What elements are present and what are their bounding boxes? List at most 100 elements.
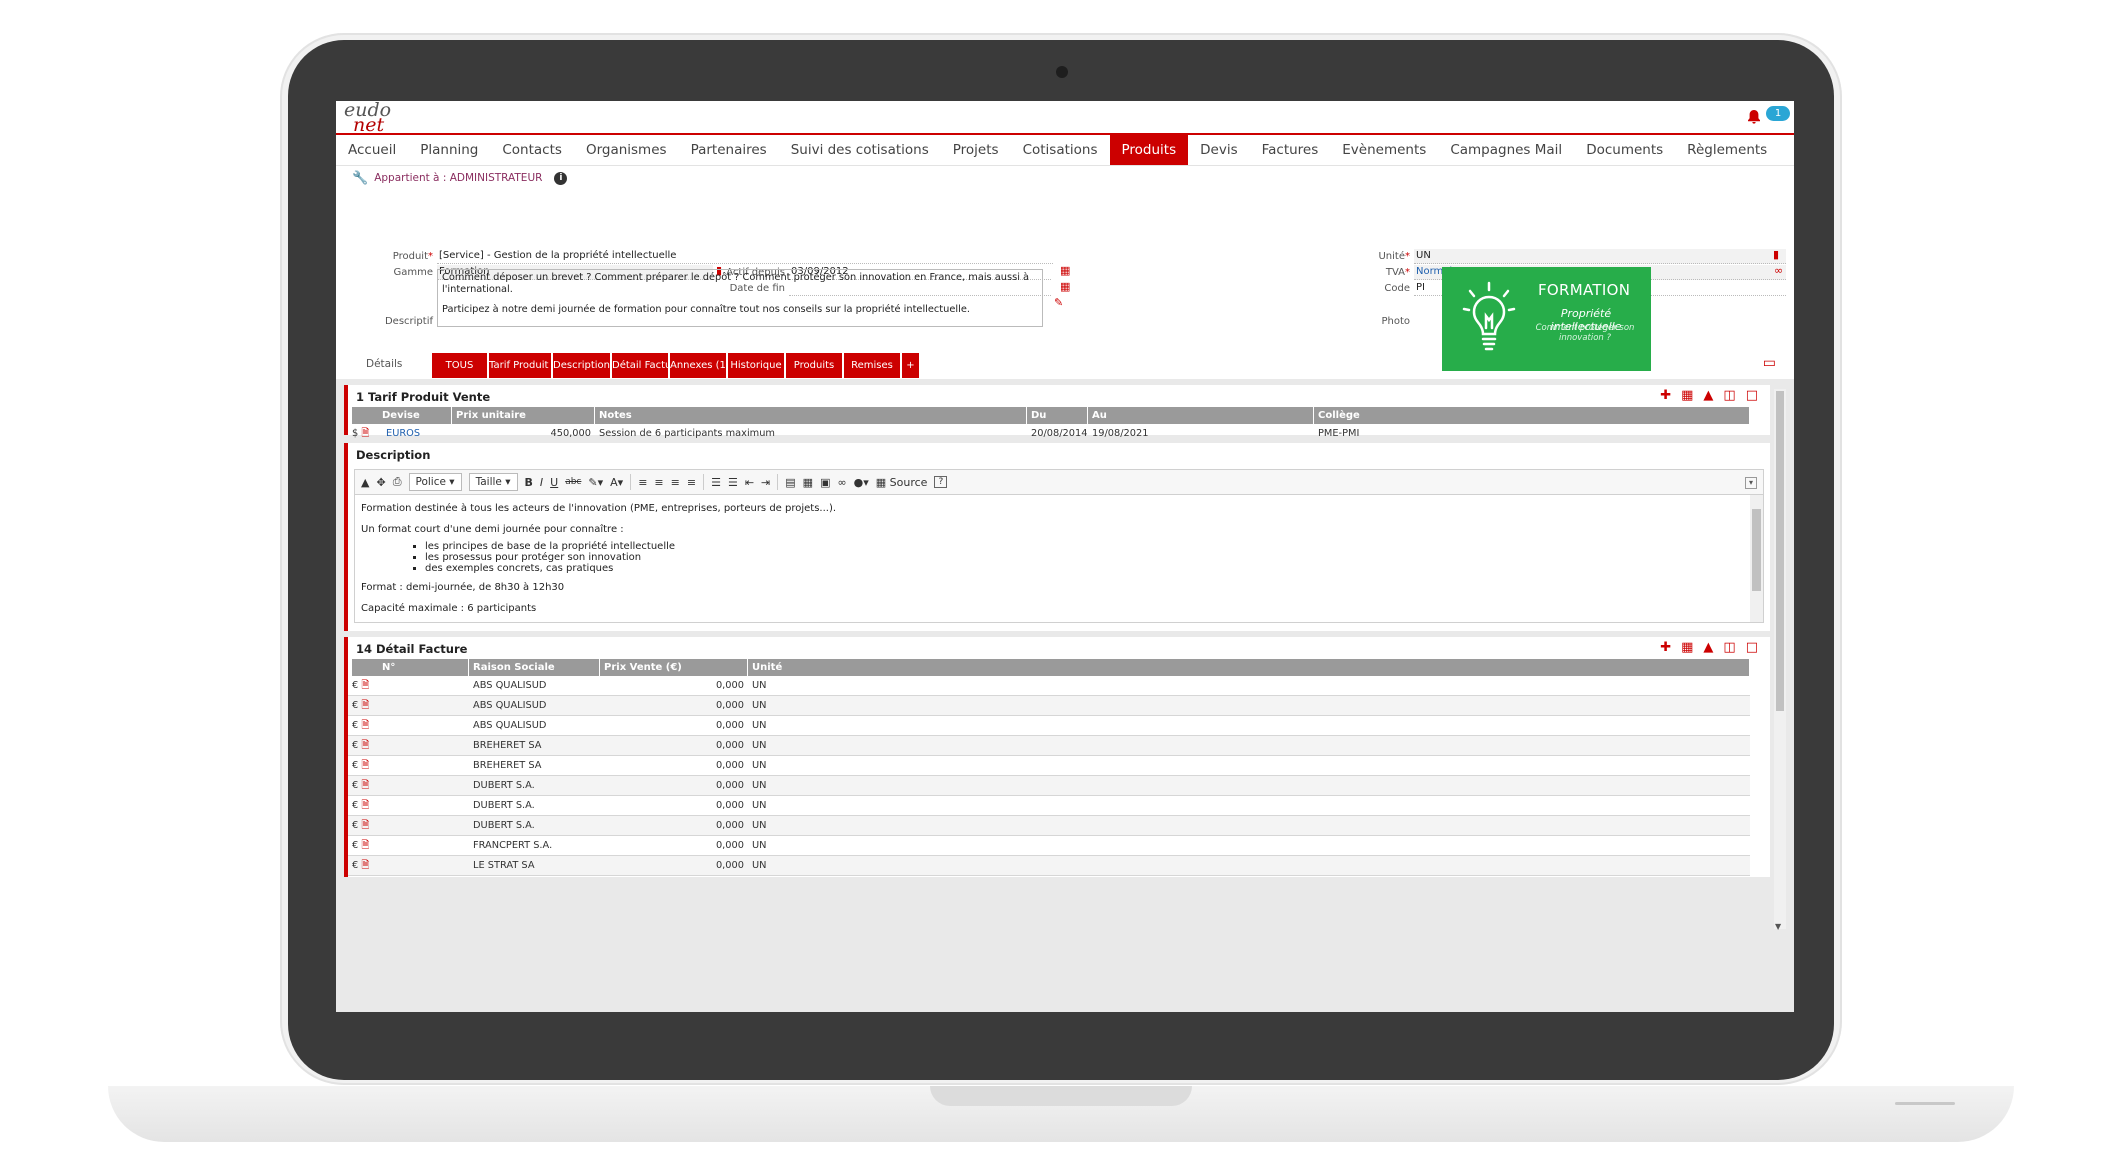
col-header[interactable]: Collège bbox=[1314, 407, 1750, 424]
print-icon[interactable]: ⎙ bbox=[393, 475, 402, 489]
table-row[interactable]: € 🗎 BREHERET SA 0,000 UN bbox=[348, 756, 1750, 776]
col-header[interactable]: Unité bbox=[748, 659, 1750, 676]
calendar-icon[interactable]: ▦ bbox=[1060, 264, 1070, 277]
info-icon[interactable]: i bbox=[554, 171, 568, 185]
tab-description[interactable]: Description bbox=[553, 353, 612, 378]
table-row[interactable]: € 🗎 DUBERT S.A. 0,000 UN bbox=[348, 796, 1750, 816]
bell-icon[interactable] bbox=[1746, 109, 1766, 129]
col-header[interactable]: Du bbox=[1027, 407, 1088, 424]
nav-item-cotisations[interactable]: Cotisations bbox=[1011, 135, 1110, 165]
tab-[interactable]: + bbox=[902, 353, 921, 378]
upload-icon[interactable]: ▲ bbox=[361, 476, 369, 489]
unite-field[interactable]: UN bbox=[1414, 249, 1786, 264]
excel-icon[interactable]: ◫ bbox=[1723, 640, 1735, 655]
nav-item-suivi-des-cotisations[interactable]: Suivi des cotisations bbox=[779, 135, 941, 165]
descriptif-textarea[interactable]: Comment déposer un brevet ? Comment prép… bbox=[437, 269, 1043, 327]
table-row[interactable]: € 🗎 DUBERT S.A. 0,000 UN bbox=[348, 776, 1750, 796]
align-center-icon[interactable]: ≡ bbox=[654, 476, 663, 489]
document-icon[interactable]: □ bbox=[1746, 388, 1758, 403]
strike-button[interactable]: abc bbox=[565, 477, 581, 487]
table-row[interactable]: € 🗎 ABS QUALISUD 0,000 UN bbox=[348, 696, 1750, 716]
justify-icon[interactable]: ≡ bbox=[687, 476, 696, 489]
paste-icon[interactable]: ▤ bbox=[785, 476, 795, 489]
editor-scrollbar[interactable] bbox=[1750, 495, 1763, 622]
col-header[interactable]: Notes bbox=[595, 407, 1027, 424]
add-icon[interactable]: ✚ bbox=[1660, 640, 1671, 655]
underline-button[interactable]: U bbox=[550, 476, 558, 489]
link-icon[interactable]: ∞ bbox=[1774, 264, 1783, 277]
outdent-icon[interactable]: ⇤ bbox=[745, 476, 754, 489]
bullet-list-icon[interactable]: ☰ bbox=[728, 476, 738, 489]
col-header[interactable]: Au bbox=[1088, 407, 1314, 424]
folder-icon[interactable]: ▮ bbox=[1773, 248, 1779, 261]
notification-badge[interactable]: 1 bbox=[1766, 106, 1790, 121]
table-row[interactable]: € 🗎 LE STRAT SA 0,000 UN bbox=[348, 856, 1750, 876]
nav-item-organismes[interactable]: Organismes bbox=[574, 135, 679, 165]
nav-item-projets[interactable]: Projets bbox=[941, 135, 1011, 165]
wrench-icon[interactable]: 🔧 bbox=[352, 171, 368, 186]
col-header[interactable]: Prix Vente (€) bbox=[600, 659, 748, 676]
calendar-icon[interactable]: ▦ bbox=[1060, 280, 1070, 293]
add-tab-icon[interactable]: + bbox=[1779, 135, 1794, 165]
image-icon[interactable]: ▣ bbox=[820, 476, 830, 489]
eudonet-logo[interactable]: eudo net bbox=[344, 101, 391, 135]
nav-item-campagnes-mail[interactable]: Campagnes Mail bbox=[1438, 135, 1574, 165]
text-color-icon[interactable]: A▾ bbox=[610, 476, 623, 489]
nav-item-planning[interactable]: Planning bbox=[408, 135, 490, 165]
col-header[interactable]: N° bbox=[352, 659, 469, 676]
font-dropdown[interactable]: Police ▾ bbox=[408, 473, 462, 491]
nav-item-devis[interactable]: Devis bbox=[1188, 135, 1249, 165]
layout-toggle-icon[interactable]: ▭ bbox=[1763, 355, 1776, 371]
align-right-icon[interactable]: ≡ bbox=[671, 476, 680, 489]
nav-item-r-glements[interactable]: Règlements bbox=[1675, 135, 1779, 165]
details-label[interactable]: Détails bbox=[366, 358, 402, 370]
col-header[interactable]: Prix unitaire bbox=[452, 407, 595, 424]
collapse-icon[interactable]: ▾ bbox=[1745, 477, 1757, 489]
tab-d-tail-facture[interactable]: Détail Facture bbox=[612, 353, 681, 378]
table-row[interactable]: € 🗎 ABS QUALISUD 0,000 UN bbox=[348, 676, 1750, 696]
filter-table-icon[interactable]: ▦ bbox=[1681, 388, 1693, 403]
help-button[interactable]: ? bbox=[934, 476, 948, 488]
filter-table-icon[interactable]: ▦ bbox=[1681, 640, 1693, 655]
nav-item-ev-nements[interactable]: Evènements bbox=[1330, 135, 1438, 165]
produit-field[interactable]: [Service] - Gestion de la propriété inte… bbox=[437, 249, 1053, 264]
content-scrollbar[interactable]: ▼ bbox=[1774, 389, 1786, 931]
numbered-list-icon[interactable]: ☰ bbox=[711, 476, 721, 489]
export-icon[interactable]: ▲ bbox=[1703, 388, 1713, 403]
scroll-down-icon[interactable]: ▼ bbox=[1775, 922, 1781, 931]
table-row[interactable]: € 🗎 BREHERET SA 0,000 UN bbox=[348, 736, 1750, 756]
add-icon[interactable]: ✚ bbox=[1660, 388, 1671, 403]
export-icon[interactable]: ▲ bbox=[1703, 640, 1713, 655]
owner-label[interactable]: Appartient à : ADMINISTRATEUR bbox=[374, 172, 542, 184]
table-row[interactable]: € 🗎 ABS QUALISUD 0,000 UN bbox=[348, 716, 1750, 736]
tab-historique[interactable]: Historique bbox=[728, 353, 786, 378]
highlight-icon[interactable]: ✎▾ bbox=[588, 476, 603, 489]
move-icon[interactable]: ✥ bbox=[376, 476, 385, 489]
nav-item-factures[interactable]: Factures bbox=[1250, 135, 1331, 165]
table-row[interactable]: $ 🗎 EUROS 450,000 Session de 6 participa… bbox=[348, 424, 1750, 444]
link-icon[interactable]: ∞ bbox=[837, 476, 846, 489]
pencil-icon[interactable]: ✎ bbox=[1054, 296, 1063, 309]
tab-remises[interactable]: Remises bbox=[844, 353, 902, 378]
size-dropdown[interactable]: Taille ▾ bbox=[468, 473, 518, 491]
excel-icon[interactable]: ◫ bbox=[1723, 388, 1735, 403]
align-left-icon[interactable]: ≡ bbox=[638, 476, 647, 489]
table-row[interactable]: € 🗎 FRANCPERT S.A. 0,000 UN bbox=[348, 836, 1750, 856]
source-button[interactable]: ▦ Source bbox=[876, 476, 928, 489]
nav-item-produits[interactable]: Produits bbox=[1109, 135, 1189, 165]
microphone-icon[interactable]: ●▾ bbox=[854, 476, 869, 489]
indent-icon[interactable]: ⇥ bbox=[761, 476, 770, 489]
col-header[interactable]: Raison Sociale bbox=[469, 659, 600, 676]
nav-item-accueil[interactable]: Accueil bbox=[336, 135, 408, 165]
col-header[interactable]: Devise bbox=[352, 407, 452, 424]
nav-item-partenaires[interactable]: Partenaires bbox=[679, 135, 779, 165]
nav-item-contacts[interactable]: Contacts bbox=[490, 135, 574, 165]
bold-button[interactable]: B bbox=[525, 476, 533, 489]
description-editor[interactable]: Formation destinée à tous les acteurs de… bbox=[354, 495, 1764, 623]
tab-tarif-produit-vente[interactable]: Tarif Produit Vente bbox=[489, 353, 580, 378]
devise-cell[interactable]: EUROS bbox=[382, 424, 452, 443]
tab-produits[interactable]: Produits bbox=[786, 353, 844, 378]
tab-annexes-1[interactable]: Annexes (1) bbox=[670, 353, 730, 378]
tab-tous[interactable]: TOUS bbox=[432, 353, 489, 378]
table-icon[interactable]: ▦ bbox=[803, 476, 813, 489]
